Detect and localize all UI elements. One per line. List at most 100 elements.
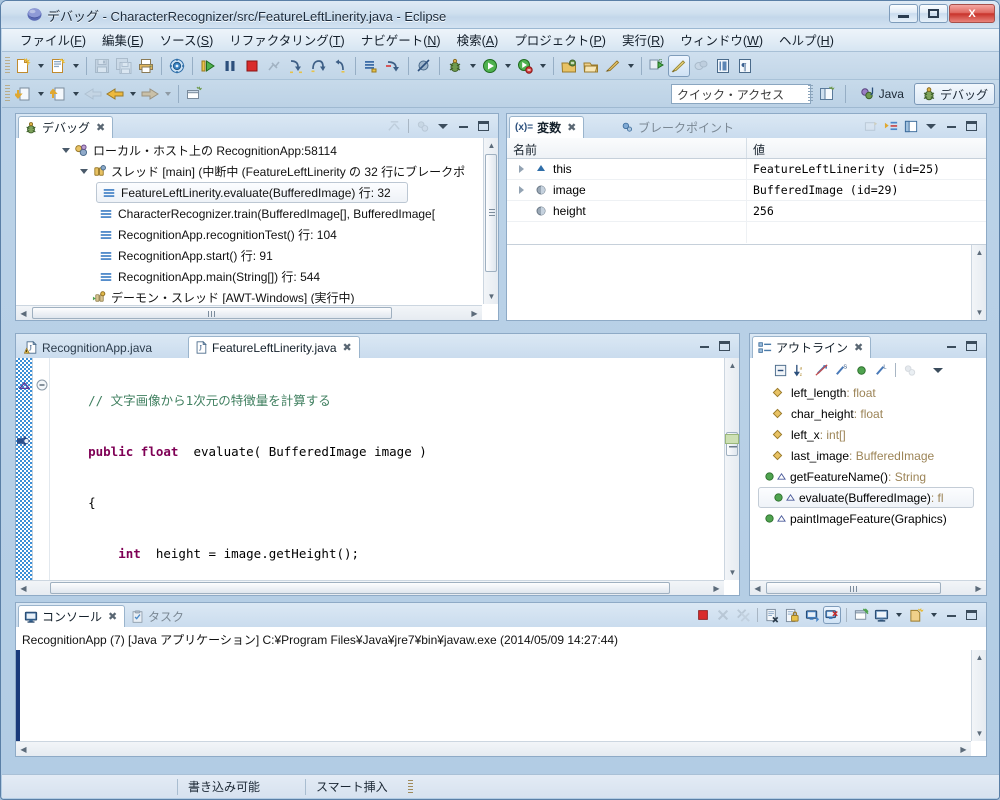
maximize-icon[interactable] [474, 117, 492, 135]
debug-tree-row-frame[interactable]: CharacterRecognizer.train(BufferedImage[… [16, 203, 482, 224]
previous-edit-dropdown[interactable] [34, 83, 47, 105]
scroll-down-arrow[interactable]: ▼ [727, 567, 738, 578]
new-class-dropdown[interactable] [69, 55, 82, 77]
twisty-closed-icon[interactable] [515, 180, 527, 201]
variable-value[interactable]: 256 [747, 201, 986, 221]
menu-help[interactable]: ヘルプ(H) [771, 27, 842, 53]
print-icon[interactable] [135, 55, 157, 77]
variables-vscrollbar[interactable]: ▲ ▼ [971, 245, 986, 320]
open-perspective-icon[interactable] [816, 83, 838, 105]
scroll-up-arrow[interactable]: ▲ [974, 247, 985, 258]
close-window-button[interactable]: X [949, 4, 995, 23]
console-body[interactable]: RecognitionApp (7) [Java アプリケーション] C:¥Pr… [16, 627, 986, 756]
outline-item-left_length[interactable]: left_length : float [750, 382, 986, 403]
hide-static-icon[interactable]: S [832, 361, 850, 379]
close-icon[interactable]: ✖ [854, 341, 863, 354]
collapse-all-icon[interactable] [772, 361, 790, 379]
run-external-dropdown[interactable] [536, 55, 549, 77]
new-wizard-dropdown[interactable] [34, 55, 47, 77]
debug-tree-row-daemon-thread[interactable]: デーモン・スレッド [AWT-Windows] (実行中) [16, 287, 482, 304]
perspective-java[interactable]: Java [853, 83, 911, 105]
lock-scroll-icon[interactable] [783, 606, 801, 624]
variable-row-this[interactable]: this FeatureLeftLinerity (id=25) [507, 159, 986, 180]
editor-vscrollbar[interactable]: ▲ ▼ [724, 358, 739, 580]
new-java-class-icon[interactable] [47, 55, 69, 77]
folding-ruler[interactable] [34, 358, 50, 580]
perspective-grip[interactable] [807, 85, 813, 103]
terminate-icon[interactable] [694, 606, 712, 624]
menu-window[interactable]: ウィンドウ(W) [672, 27, 771, 53]
tab-recognitionapp-java[interactable]: J RecognitionApp.java [18, 336, 160, 358]
menu-navigate[interactable]: ナビゲート(N) [353, 27, 449, 53]
menu-refactor[interactable]: リファクタリング(T) [221, 27, 352, 53]
variable-value[interactable]: FeatureLeftLinerity (id=25) [747, 159, 986, 179]
overview-current-line-marker[interactable] [725, 434, 739, 444]
show-source-quick-icon[interactable] [712, 55, 734, 77]
show-logical-structure-icon[interactable] [862, 117, 880, 135]
editor-body[interactable]: // 文字画像から1次元の特徴量を計算する public float evalu… [16, 358, 739, 595]
menu-source[interactable]: ソース(S) [152, 27, 222, 53]
debug-tree-vscrollbar[interactable]: ▲ ▼ [483, 138, 498, 304]
scroll-left-arrow[interactable]: ◀ [18, 308, 29, 319]
scroll-left-arrow[interactable]: ◀ [18, 744, 29, 755]
minimize-icon[interactable] [695, 337, 713, 355]
skip-breakpoints-icon[interactable] [413, 55, 435, 77]
tab-console[interactable]: コンソール ✖ [18, 605, 126, 627]
hide-public-icon[interactable] [852, 361, 870, 379]
close-icon[interactable]: ✖ [567, 121, 576, 134]
console-vscrollbar[interactable]: ▲ ▼ [971, 650, 986, 741]
pin-console-icon[interactable] [852, 606, 870, 624]
editor-hscrollbar[interactable]: ◀ ▶ [16, 580, 724, 595]
perspective-debug[interactable]: デバッグ [913, 83, 995, 105]
outline-item-char_height[interactable]: char_height : float [750, 403, 986, 424]
hide-local-icon[interactable]: L [872, 361, 890, 379]
show-monitors-icon[interactable] [414, 117, 432, 135]
scroll-up-arrow[interactable]: ▲ [486, 140, 497, 151]
external-tools-icon[interactable] [558, 55, 580, 77]
tab-debug[interactable]: デバッグ ✖ [18, 116, 114, 138]
twisty-open-icon[interactable] [78, 161, 90, 182]
next-annotation-icon[interactable]: G [646, 55, 668, 77]
twisty-closed-icon[interactable] [515, 159, 527, 180]
save-icon[interactable] [91, 55, 113, 77]
variable-row-image[interactable]: image BufferedImage (id=29) [507, 180, 986, 201]
run-launch-icon[interactable] [479, 55, 501, 77]
step-into-icon[interactable] [285, 55, 307, 77]
view-menu-icon[interactable] [434, 117, 452, 135]
menu-edit[interactable]: 編集(E) [94, 27, 152, 53]
forward-icon[interactable] [104, 83, 126, 105]
outline-item-last_image[interactable]: last_image : BufferedImage [750, 445, 986, 466]
save-all-icon[interactable] [113, 55, 135, 77]
minimize-icon[interactable] [942, 606, 960, 624]
run-launch-dropdown[interactable] [501, 55, 514, 77]
code-text[interactable]: // 文字画像から1次元の特徴量を計算する public float evalu… [52, 358, 724, 580]
minimize-icon[interactable] [454, 117, 472, 135]
next-edit-icon[interactable] [47, 83, 69, 105]
run-external-icon[interactable] [514, 55, 536, 77]
remove-all-launches-icon[interactable] [734, 606, 752, 624]
outline-item-paintImageFeature[interactable]: paintImageFeature(Graphics) [750, 508, 986, 529]
scroll-down-arrow[interactable]: ▼ [486, 291, 497, 302]
scroll-right-arrow[interactable]: ▶ [469, 308, 480, 319]
collapse-all-icon[interactable] [385, 117, 403, 135]
show-whitespace-icon[interactable] [690, 55, 712, 77]
maximize-window-button[interactable] [919, 4, 948, 23]
previous-edit-icon[interactable] [12, 83, 34, 105]
variables-table[interactable]: 名前 値 this FeatureLeftLinerity (id=25) im… [507, 138, 986, 320]
close-icon[interactable]: ✖ [96, 121, 105, 134]
outline-item-left_x[interactable]: left_x : int[] [750, 424, 986, 445]
variable-value[interactable]: BufferedImage (id=29) [747, 180, 986, 200]
sort-icon[interactable]: a z [792, 361, 810, 379]
minimize-icon[interactable] [942, 117, 960, 135]
hscroll-thumb[interactable] [50, 582, 670, 594]
debug-tree-row-frame-selected[interactable]: FeatureLeftLinerity.evaluate(BufferedIma… [96, 182, 408, 203]
variable-row-height[interactable]: height 256 [507, 201, 986, 222]
disconnect-icon[interactable] [263, 55, 285, 77]
vscroll-thumb[interactable] [485, 154, 497, 272]
new-window-icon[interactable] [183, 83, 205, 105]
scroll-up-arrow[interactable]: ▲ [727, 360, 738, 371]
debug-launch-dropdown[interactable] [466, 55, 479, 77]
menu-project[interactable]: プロジェクト(P) [506, 27, 614, 53]
debug-launch-icon[interactable] [444, 55, 466, 77]
scroll-down-arrow[interactable]: ▼ [974, 307, 985, 318]
